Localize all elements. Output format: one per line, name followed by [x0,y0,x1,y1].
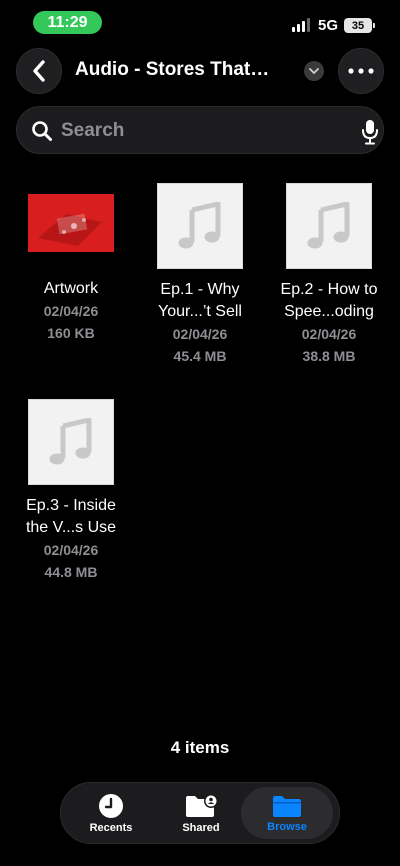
status-time: 11:29 [33,11,102,34]
file-size: 45.4 MB [173,348,227,364]
tab-shared[interactable]: Shared [155,787,247,839]
network-label: 5G [318,17,339,34]
tab-label: Browse [267,820,307,833]
search-icon [32,121,52,141]
microphone-icon[interactable] [361,119,379,145]
file-date: 02/04/26 [43,303,99,319]
file-name-line1: Ep.2 - How to [280,281,378,298]
tab-bar: Recents Shared Browse [60,782,340,844]
battery-level: 35 [351,19,365,32]
tab-label: Shared [182,821,220,834]
music-note-icon [307,202,350,249]
file-date: 02/04/26 [172,326,228,342]
file-date: 02/04/26 [43,542,99,558]
chevron-down-icon [309,67,319,74]
file-size: 160 KB [47,325,95,341]
audio-thumbnail [157,183,243,269]
items-count: 4 items [170,738,230,757]
file-name: Artwork [43,280,99,297]
more-button[interactable] [338,48,384,94]
navigation-bar: Audio - Stores That… [0,48,400,96]
file-item-ep3[interactable]: Ep.3 - Inside the V...s Use 02/04/26 44.… [11,399,131,583]
ellipsis-icon [348,68,374,74]
file-size: 38.8 MB [302,348,356,364]
signal-icon [292,18,312,32]
artwork-thumbnail [28,194,114,252]
file-name-line1: Ep.1 - Why [160,281,240,298]
file-name-line1: Ep.3 - Inside [26,497,116,514]
search-bar[interactable] [16,106,384,154]
file-date: 02/04/26 [301,326,357,342]
file-item-ep2[interactable]: Ep.2 - How to Spee...oding 02/04/26 38.8… [269,183,389,367]
artwork-image [28,194,114,252]
title-menu-button[interactable] [304,61,324,81]
page-title[interactable]: Audio - Stores That… [75,59,269,81]
status-bar: 11:29 5G 35 [0,0,400,44]
music-note-icon [178,202,221,249]
file-item-ep1[interactable]: Ep.1 - Why Your...’t Sell 02/04/26 45.4 … [140,183,260,367]
audio-thumbnail [28,399,114,485]
tab-recents[interactable]: Recents [65,787,157,839]
back-button[interactable] [16,48,62,94]
audio-thumbnail [286,183,372,269]
file-item-artwork[interactable]: Artwork 02/04/26 160 KB [11,194,131,344]
clock-icon [99,793,123,818]
tab-browse[interactable]: Browse [241,787,333,839]
shared-folder-icon [186,793,217,817]
file-name-line2: Your...’t Sell [158,303,242,320]
file-size: 44.8 MB [44,564,98,580]
music-note-icon [49,418,92,465]
file-name-line2: Spee...oding [284,303,374,320]
folder-icon [273,795,301,817]
tab-label: Recents [89,821,133,834]
file-name-line2: the V...s Use [25,519,117,536]
search-input[interactable] [61,119,341,143]
chevron-left-icon [33,60,45,82]
battery-icon: 35 [344,18,375,33]
